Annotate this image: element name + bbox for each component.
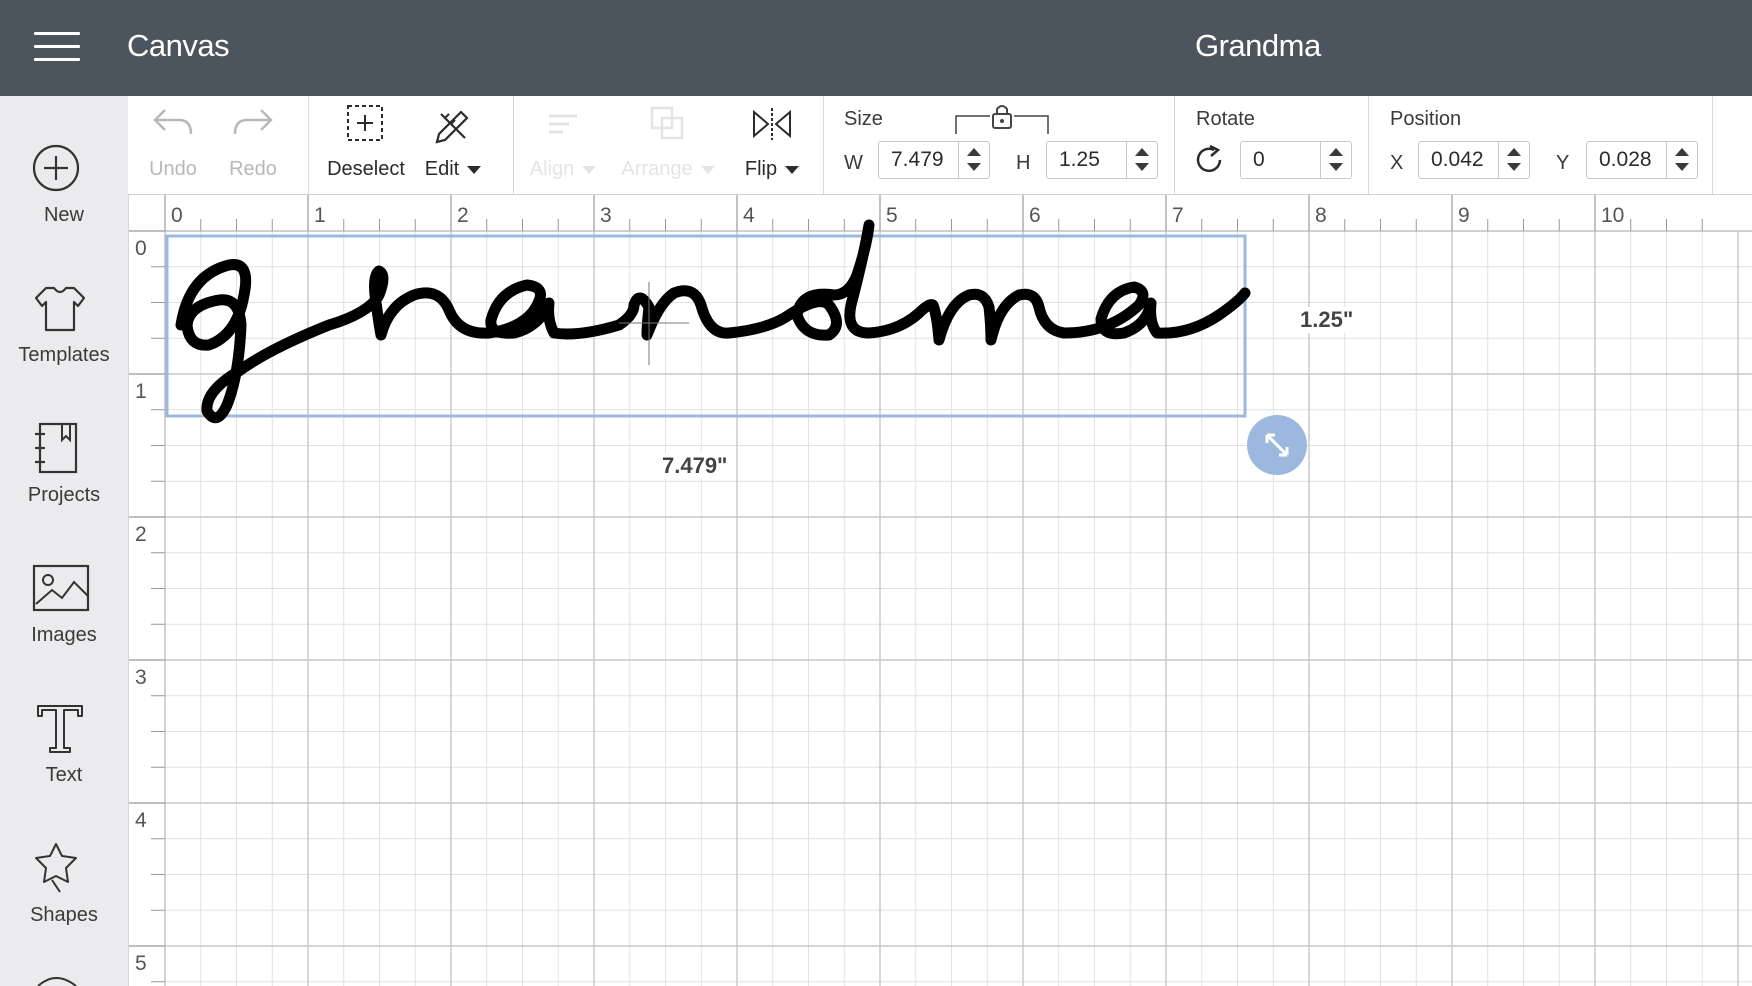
chevron-down-icon — [785, 165, 800, 174]
undo-icon — [153, 109, 193, 135]
sidebar-item-label: New — [43, 204, 84, 226]
plus-circle-icon — [32, 144, 80, 192]
deselect-icon — [347, 105, 383, 141]
notebook-icon — [35, 422, 78, 474]
sidebar-item-text[interactable]: Text — [0, 684, 128, 804]
design-canvas[interactable]: 0 1 2 3 4 5 6 7 8 9 10 0 1 2 3 4 5 7.479" 1.25" — [129, 195, 1752, 986]
width-input[interactable] — [879, 142, 959, 178]
height-increase-arrow[interactable] — [1135, 148, 1149, 156]
position-title: Position — [1390, 108, 1462, 130]
left-sidebar: New Templates Projects Images Text Shape… — [0, 96, 129, 986]
text-T-icon — [37, 705, 83, 753]
height-input[interactable] — [1047, 142, 1127, 178]
align-label: Align — [529, 158, 575, 180]
undo-label: Undo — [149, 158, 197, 180]
y-field[interactable] — [1586, 141, 1698, 179]
image-icon — [32, 564, 90, 612]
deselect-label: Deselect — [327, 158, 405, 180]
sidebar-item-new[interactable]: New — [0, 124, 128, 244]
align-icon — [549, 114, 577, 134]
resize-arrows-icon — [1265, 433, 1289, 457]
flip-dropdown[interactable]: Flip — [732, 96, 812, 194]
height-label: H — [1016, 152, 1031, 174]
edit-label: Edit — [424, 158, 460, 180]
flip-label: Flip — [744, 158, 778, 180]
redo-label: Redo — [229, 158, 277, 180]
x-label: X — [1390, 152, 1404, 174]
undo-button[interactable]: Undo — [138, 96, 208, 194]
height-dimension-label: 1.25" — [1297, 307, 1357, 333]
hamburger-menu-icon[interactable] — [34, 32, 80, 62]
sidebar-item-templates[interactable]: Templates — [0, 264, 128, 384]
width-label: W — [844, 152, 863, 174]
edit-pencil-ruler-icon — [435, 110, 469, 144]
rotate-input[interactable] — [1241, 142, 1321, 178]
top-bar: Canvas Grandma — [0, 0, 1752, 96]
app-title: Canvas — [127, 28, 230, 63]
chevron-down-icon — [467, 165, 482, 174]
arrange-icon — [650, 106, 684, 140]
sidebar-item-projects[interactable]: Projects — [0, 404, 128, 524]
deselect-button[interactable]: Deselect — [324, 96, 408, 194]
x-decrease-arrow[interactable] — [1507, 163, 1521, 171]
x-input[interactable] — [1419, 142, 1499, 178]
chevron-down-icon — [700, 165, 715, 174]
sidebar-item-label: Projects — [27, 484, 101, 506]
shapes-more-icon — [37, 977, 77, 986]
sidebar-item-label: Templates — [18, 344, 110, 366]
document-title[interactable]: Grandma — [1195, 28, 1321, 64]
grandma-text-object[interactable] — [129, 195, 1752, 986]
flip-icon — [753, 108, 791, 140]
x-field[interactable] — [1418, 141, 1530, 179]
align-dropdown[interactable]: Align — [523, 96, 603, 194]
sidebar-item-label: Images — [31, 624, 97, 646]
sidebar-item-images[interactable]: Images — [0, 544, 128, 664]
edit-dropdown[interactable]: Edit — [418, 96, 488, 194]
width-increase-arrow[interactable] — [967, 148, 981, 156]
arrange-dropdown[interactable]: Arrange — [613, 96, 723, 194]
y-input[interactable] — [1587, 142, 1667, 178]
redo-icon — [233, 109, 273, 135]
size-title: Size — [844, 108, 883, 130]
resize-handle[interactable] — [1247, 415, 1307, 475]
width-decrease-arrow[interactable] — [967, 163, 981, 171]
rotate-field[interactable] — [1240, 141, 1352, 179]
tshirt-icon — [34, 286, 86, 332]
rotate-icon — [1196, 144, 1222, 173]
arrange-label: Arrange — [621, 158, 693, 180]
redo-button[interactable]: Redo — [218, 96, 288, 194]
shapes-icon — [35, 843, 77, 893]
rotate-decrease-arrow[interactable] — [1329, 163, 1343, 171]
sidebar-item-label: Text — [45, 764, 83, 786]
sidebar-item-label: Shapes — [30, 904, 98, 926]
sidebar-item-shapes[interactable]: Shapes — [0, 824, 128, 944]
toolbar: Undo Redo Deselect Edit Align Arrange Fl… — [128, 96, 1752, 195]
lock-proportions-icon[interactable] — [952, 100, 1052, 136]
width-field[interactable] — [878, 141, 990, 179]
rotate-increase-arrow[interactable] — [1329, 148, 1343, 156]
width-dimension-label: 7.479" — [659, 453, 731, 479]
x-increase-arrow[interactable] — [1507, 148, 1521, 156]
height-field[interactable] — [1046, 141, 1158, 179]
y-label: Y — [1556, 152, 1570, 174]
y-decrease-arrow[interactable] — [1675, 163, 1689, 171]
y-increase-arrow[interactable] — [1675, 148, 1689, 156]
rotate-title: Rotate — [1196, 108, 1255, 130]
height-decrease-arrow[interactable] — [1135, 163, 1149, 171]
chevron-down-icon — [582, 165, 597, 174]
